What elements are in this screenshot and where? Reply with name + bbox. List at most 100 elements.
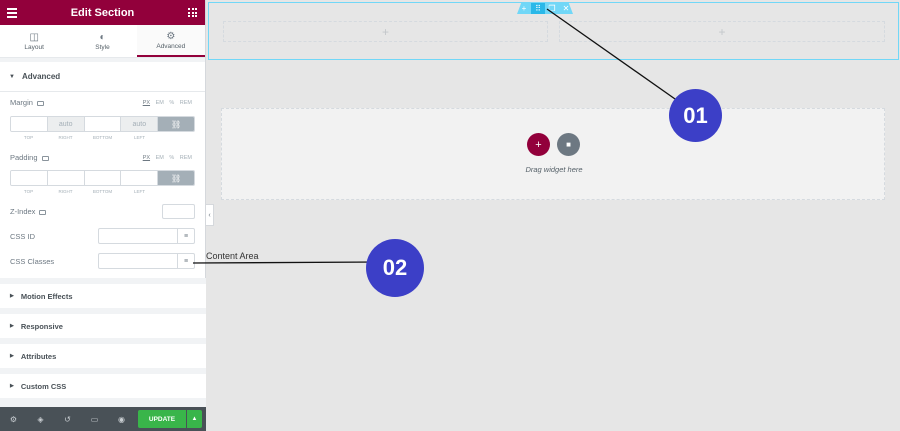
add-icon[interactable]: +	[718, 25, 725, 39]
margin-inputs: auto auto ⛓	[10, 116, 195, 132]
padding-bottom-input[interactable]	[84, 171, 122, 185]
side-label: BOTTOM	[92, 135, 113, 140]
annotation-label: Content Area	[206, 251, 259, 261]
desktop-icon[interactable]	[39, 209, 47, 215]
settings-icon[interactable]: ⚙	[0, 415, 27, 424]
layout-icon: ◫	[29, 31, 39, 43]
padding-label: Padding	[10, 153, 49, 162]
plus-icon: +	[535, 138, 542, 151]
margin-top-input[interactable]	[11, 117, 48, 131]
section-title: Custom CSS	[20, 381, 67, 391]
unit-rem[interactable]: REM	[180, 100, 192, 106]
padding-right-input[interactable]	[47, 171, 85, 185]
margin-bottom-input[interactable]	[84, 117, 122, 131]
padding-inputs: ⛓	[10, 170, 195, 186]
caret-right-icon: ▶	[10, 383, 14, 389]
callout-badge: 01	[669, 89, 722, 142]
section-title: Motion Effects	[20, 291, 73, 301]
add-new-section-button[interactable]: +	[527, 133, 550, 156]
cssid-input[interactable]: ≡	[98, 228, 195, 244]
divider	[0, 91, 205, 92]
unit-rem[interactable]: REM	[180, 155, 192, 161]
panel-tabs: ◫ Layout ◐ Style ⚙ Advanced	[0, 25, 205, 58]
zindex-input[interactable]	[162, 204, 195, 219]
duplicate-icon[interactable]: ❐	[545, 3, 559, 14]
padding-top-input[interactable]	[11, 171, 48, 185]
section-title: Attributes	[20, 351, 57, 361]
tab-advanced[interactable]: ⚙ Advanced	[136, 25, 205, 57]
tab-label: Layout	[24, 43, 44, 51]
empty-column[interactable]: +	[559, 21, 885, 42]
margin-label-text: Margin	[10, 98, 33, 107]
dynamic-tags-icon[interactable]: ≡	[177, 254, 194, 268]
widget-drop-area[interactable]: + ■ Drag widget here	[221, 108, 885, 200]
panel-header: Edit Section	[0, 0, 205, 25]
drop-hint: Drag widget here	[525, 165, 583, 174]
padding-side-labels: TOP RIGHT BOTTOM LEFT	[10, 189, 195, 194]
tab-style[interactable]: ◐ Style	[68, 25, 136, 57]
side-label: RIGHT	[58, 189, 73, 194]
callout-badge: 02	[366, 239, 424, 297]
tab-layout[interactable]: ◫ Layout	[0, 25, 68, 57]
padding-units: PX EM % REM	[139, 155, 192, 161]
tab-label: Advanced	[156, 42, 186, 50]
unit-percent[interactable]: %	[169, 100, 174, 106]
gear-icon: ⚙	[166, 30, 176, 42]
caret-down-icon: ▼	[9, 73, 15, 80]
close-icon[interactable]: ✕	[559, 3, 573, 14]
hamburger-menu-icon[interactable]	[7, 8, 17, 20]
margin-side-labels: TOP RIGHT BOTTOM LEFT	[10, 135, 195, 140]
zindex-label: Z-Index	[10, 207, 47, 216]
panel-title: Edit Section	[70, 6, 135, 19]
unit-px[interactable]: PX	[143, 155, 150, 161]
zindex-label-text: Z-Index	[10, 207, 36, 216]
collapse-panel-handle[interactable]: ‹	[206, 204, 214, 226]
section-attributes[interactable]: ▶ Attributes	[0, 344, 206, 368]
history-icon[interactable]: ↺	[54, 415, 81, 424]
unit-percent[interactable]: %	[169, 155, 174, 161]
side-label: LEFT	[133, 135, 145, 140]
layers-icon[interactable]: ◈	[27, 415, 54, 424]
section-advanced-toggle[interactable]: ▼ Advanced	[0, 62, 205, 91]
section-custom-css[interactable]: ▶ Custom CSS	[0, 374, 206, 398]
padding-label-text: Padding	[10, 153, 38, 162]
unit-px[interactable]: PX	[143, 100, 150, 106]
section-motion-effects[interactable]: ▶ Motion Effects	[0, 284, 206, 308]
padding-left-input[interactable]	[121, 171, 159, 185]
link-values-icon[interactable]: ⛓	[158, 117, 194, 131]
margin-units: PX EM % REM	[139, 100, 192, 106]
caret-right-icon: ▶	[10, 293, 14, 299]
section-title: Responsive	[20, 321, 63, 331]
section-responsive[interactable]: ▶ Responsive	[0, 314, 206, 338]
widgets-grid-icon[interactable]	[188, 8, 197, 17]
side-label: BOTTOM	[92, 189, 113, 194]
margin-label: Margin	[10, 98, 44, 107]
update-button[interactable]: UPDATE	[138, 410, 186, 428]
margin-left-input[interactable]: auto	[121, 117, 159, 131]
desktop-icon[interactable]	[36, 100, 44, 106]
editor-panel: Edit Section ◫ Layout ◐ Style ⚙ Advanced…	[0, 0, 206, 431]
caret-up-icon[interactable]: ▲	[187, 410, 202, 428]
template-library-button[interactable]: ■	[557, 133, 580, 156]
unit-em[interactable]: EM	[156, 155, 164, 161]
cssclasses-input[interactable]: ≡	[98, 253, 195, 269]
empty-column[interactable]: +	[223, 21, 548, 42]
add-icon[interactable]: +	[382, 25, 389, 39]
section-handle: + ⠿ ❐ ✕	[517, 3, 573, 14]
half-circle-icon: ◐	[99, 31, 106, 43]
caret-right-icon: ▶	[10, 353, 14, 359]
preview-eye-icon[interactable]: ◉	[108, 415, 135, 424]
unit-em[interactable]: EM	[156, 100, 164, 106]
add-section-icon[interactable]: +	[517, 3, 531, 14]
margin-right-input[interactable]: auto	[47, 117, 85, 131]
cssclasses-label: CSS Classes	[10, 257, 55, 266]
drag-section-icon[interactable]: ⠿	[531, 3, 545, 14]
side-label: TOP	[23, 135, 34, 140]
section-title: Advanced	[21, 72, 61, 81]
dynamic-tags-icon[interactable]: ≡	[177, 229, 194, 243]
link-values-icon[interactable]: ⛓	[158, 171, 194, 185]
desktop-icon[interactable]	[41, 155, 49, 161]
responsive-icon[interactable]: ▭	[81, 415, 108, 424]
side-label: RIGHT	[58, 135, 73, 140]
cssid-label: CSS ID	[10, 232, 36, 241]
